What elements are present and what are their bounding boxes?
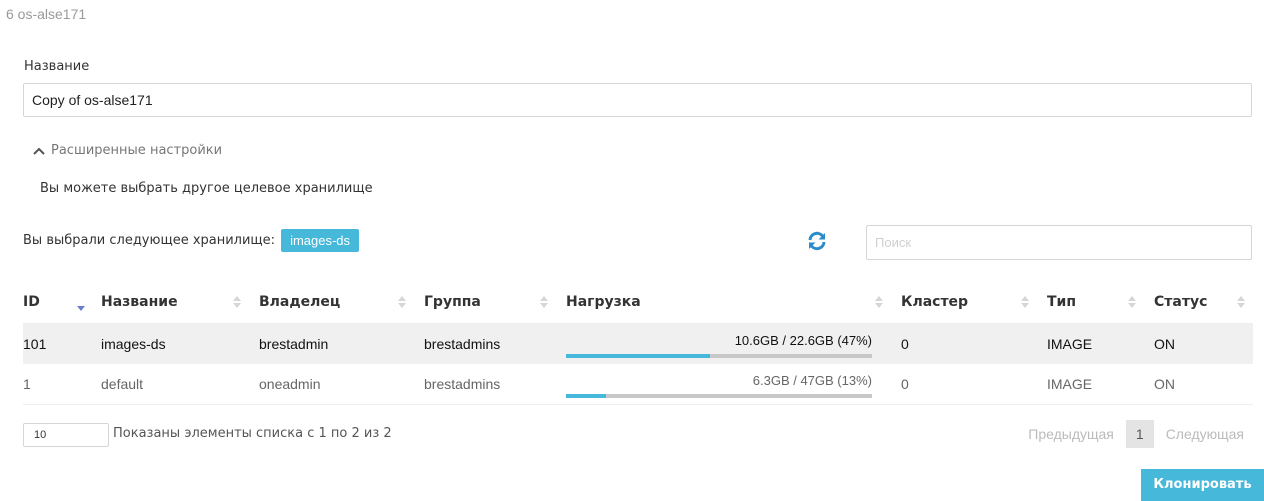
cell-cluster: 0 [891,323,1037,364]
name-label: Название [24,59,90,74]
sort-desc-icon [77,306,85,311]
advanced-settings-label: Расширенные настройки [51,143,223,158]
column-header-status[interactable]: Статус [1144,281,1253,324]
table-header-row: ID Название Владелец Группа Нагрузка Кла… [23,281,1253,324]
column-label: Тип [1047,294,1077,310]
column-header-type[interactable]: Тип [1037,281,1144,324]
cell-name: default [91,364,249,405]
cell-group: brestadmins [414,364,556,405]
sort-icon [540,296,548,308]
selected-datastore-label: Вы выбрали следующее хранилище: [23,233,276,248]
column-header-cluster[interactable]: Кластер [891,281,1037,324]
cell-status: ON [1144,364,1253,405]
cell-owner: brestadmin [249,323,414,364]
cell-id: 101 [23,323,91,364]
load-text: 6.3GB / 47GB (13%) [752,373,872,388]
load-bar [566,354,872,358]
sort-icon [233,296,241,308]
sort-icon [875,296,883,308]
window-title: 6 os-alse171 [6,6,87,22]
cell-type: IMAGE [1037,364,1144,405]
search-input[interactable] [866,225,1252,260]
sort-icon [1128,296,1136,308]
column-header-load[interactable]: Нагрузка [556,281,891,324]
cell-id: 1 [23,364,91,405]
column-label: Нагрузка [566,294,641,310]
chevron-up-icon [33,147,45,155]
load-bar-fill [566,394,606,398]
cell-type: IMAGE [1037,323,1144,364]
cell-load: 10.6GB / 22.6GB (47%) [556,323,891,364]
column-label: Статус [1154,294,1208,310]
current-page-button[interactable]: 1 [1125,420,1154,448]
column-label: Группа [424,294,481,310]
load-text: 10.6GB / 22.6GB (47%) [734,333,872,348]
page-size-select[interactable]: 10 [23,423,109,447]
cell-status: ON [1144,323,1253,364]
refresh-icon[interactable] [806,230,828,252]
column-header-group[interactable]: Группа [414,281,556,324]
prev-page-button[interactable]: Предыдущая [1020,420,1122,448]
load-bar [566,394,872,398]
datastore-hint: Вы можете выбрать другое целевое хранили… [40,181,373,196]
load-bar-fill [566,354,710,358]
datastore-table: ID Название Владелец Группа Нагрузка Кла… [23,281,1253,405]
sort-icon [398,296,406,308]
column-label: Название [101,294,178,310]
next-page-button[interactable]: Следующая [1158,420,1252,448]
clone-button[interactable]: Клонировать [1141,469,1264,501]
pagination-info: Показаны элементы списка с 1 по 2 из 2 [113,426,392,441]
selected-datastore: Вы выбрали следующее хранилище: images-d… [23,229,360,252]
cell-owner: oneadmin [249,364,414,405]
column-label: Кластер [901,294,969,310]
selected-datastore-badge: images-ds [281,229,360,252]
cell-cluster: 0 [891,364,1037,405]
cell-group: brestadmins [414,323,556,364]
advanced-settings-toggle[interactable]: Расширенные настройки [33,143,222,158]
name-input[interactable] [23,83,1252,117]
column-label: Владелец [259,294,341,310]
cell-name: images-ds [91,323,249,364]
column-label: ID [23,294,40,310]
cell-load: 6.3GB / 47GB (13%) [556,364,891,405]
pagination: Предыдущая 1 Следующая [1020,420,1252,448]
table-row[interactable]: 101 images-ds brestadmin brestadmins 10.… [23,323,1253,364]
sort-icon [1021,296,1029,308]
sort-icon [1237,296,1245,308]
column-header-id[interactable]: ID [23,281,91,324]
column-header-owner[interactable]: Владелец [249,281,414,324]
column-header-name[interactable]: Название [91,281,249,324]
table-row[interactable]: 1 default oneadmin brestadmins 6.3GB / 4… [23,364,1253,405]
